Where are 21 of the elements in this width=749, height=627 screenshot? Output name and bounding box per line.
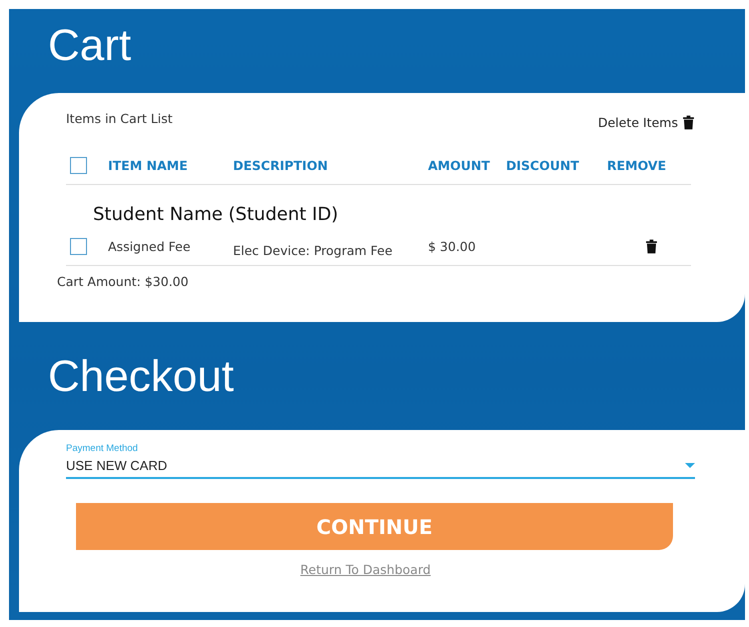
dropdown-icon (685, 463, 695, 468)
column-header: DESCRIPTION (233, 158, 329, 172)
page-title: Checkout (47, 355, 235, 403)
column-header: REMOVE (607, 158, 668, 172)
page-title: Cart (47, 24, 132, 72)
column-header: ITEM NAME (108, 158, 189, 172)
payment-method-select[interactable]: Payment Method USE NEW CARD (66, 443, 695, 479)
remove-icon[interactable] (645, 238, 658, 254)
delete-items-button[interactable]: Delete Items (598, 114, 695, 131)
list-title: Items in Cart List (66, 111, 173, 128)
select-all-checkbox[interactable] (70, 156, 87, 174)
item-name: Assigned Fee (108, 238, 192, 254)
student-name: Student Name (Student ID) (93, 204, 340, 225)
return-link[interactable]: Return To Dashboard (300, 562, 431, 577)
trash-icon[interactable] (682, 114, 695, 131)
column-header: DISCOUNT (506, 158, 580, 172)
column-header: AMOUNT (428, 158, 491, 172)
cart-amount: Cart Amount: $30.00 (57, 274, 190, 289)
item-description: Elec Device: Program Fee (233, 242, 394, 258)
item-amount: $ 30.00 (428, 238, 477, 254)
item-checkbox[interactable] (70, 238, 87, 254)
